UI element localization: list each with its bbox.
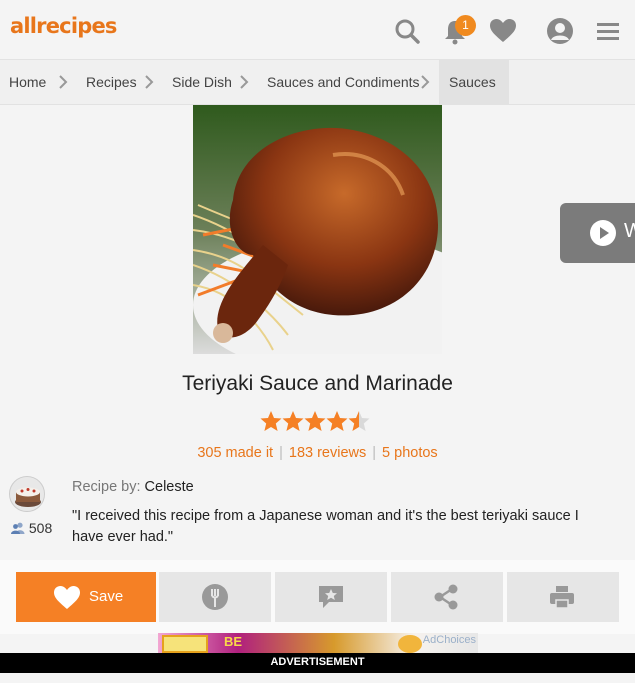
user-icon[interactable] — [546, 17, 574, 45]
chevron-right-icon — [59, 75, 68, 89]
video-tab-letter: W — [624, 220, 635, 242]
watch-video-tab[interactable]: W — [560, 203, 635, 263]
notification-badge: 1 — [455, 15, 476, 36]
breadcrumb-sauces[interactable]: Sauces — [439, 60, 509, 104]
save-button[interactable]: Save — [16, 572, 156, 622]
divider: | — [279, 445, 283, 461]
breadcrumb: Home Recipes Side Dish Sauces and Condim… — [0, 60, 635, 105]
allrecipes-logo[interactable]: allrecipes — [10, 14, 117, 38]
recipe-description: "I received this recipe from a Japanese … — [72, 508, 579, 545]
breadcrumb-recipes[interactable]: Recipes — [86, 60, 137, 104]
ad-headline-graphic: BE — [224, 634, 243, 649]
star-icon — [260, 411, 282, 431]
breadcrumb-home[interactable]: Home — [9, 60, 46, 104]
chevron-right-icon — [240, 75, 249, 89]
advertisement-banner[interactable]: BE AdChoices — [158, 633, 478, 653]
adchoices-link[interactable]: AdChoices — [423, 634, 476, 646]
review-icon — [319, 586, 343, 608]
print-button[interactable] — [507, 572, 619, 622]
review-button[interactable] — [275, 572, 387, 622]
ad-product-image — [398, 635, 422, 653]
print-icon — [550, 586, 574, 609]
followers-icon — [11, 522, 25, 534]
recipe-by-label: Recipe by: — [72, 479, 141, 495]
half-star-icon — [348, 411, 370, 431]
recipe-by: Recipe by: Celeste — [72, 479, 194, 495]
reviews-link[interactable]: 183 reviews — [289, 445, 366, 461]
share-button[interactable] — [391, 572, 503, 622]
cake-avatar-image — [10, 477, 44, 511]
site-header: allrecipes 1 — [0, 0, 635, 60]
recipe-title: Teriyaki Sauce and Marinade — [182, 372, 453, 395]
ad-product-image — [162, 635, 208, 653]
play-icon — [590, 220, 616, 246]
submitter-avatar[interactable] — [9, 476, 45, 512]
made-it-link[interactable]: 305 made it — [197, 445, 273, 461]
rating-stars[interactable] — [260, 410, 370, 434]
star-icon — [282, 411, 304, 431]
breadcrumb-sauces-and-condiments[interactable]: Sauces and Condiments — [267, 60, 420, 104]
divider: | — [372, 445, 377, 461]
search-icon[interactable] — [393, 17, 421, 45]
chevron-right-icon — [145, 75, 154, 89]
photos-link[interactable]: 5 photos — [382, 445, 438, 461]
followers-number: 508 — [28, 520, 53, 536]
save-label: Save — [89, 588, 124, 605]
breadcrumb-side-dish[interactable]: Side Dish — [172, 60, 232, 104]
made-it-icon — [202, 584, 228, 610]
submitter-name[interactable]: Celeste — [145, 479, 194, 495]
recipe-action-bar: Save — [0, 560, 635, 634]
star-icon — [326, 411, 348, 431]
advertisement-label: ADVERTISEMENT — [0, 653, 635, 673]
recipe-photo[interactable] — [193, 105, 442, 354]
hamburger-menu-icon[interactable] — [595, 17, 623, 45]
logo-text: allrecipes — [10, 14, 117, 38]
share-icon — [434, 584, 458, 610]
chevron-right-icon — [421, 75, 430, 89]
heart-icon[interactable] — [489, 17, 517, 45]
recipe-stats: 305 made it | 183 reviews | 5 photos — [0, 445, 635, 461]
star-icon — [304, 411, 326, 431]
followers-count[interactable]: 508 — [11, 520, 52, 536]
made-it-button[interactable] — [159, 572, 271, 622]
heart-icon — [54, 586, 80, 609]
